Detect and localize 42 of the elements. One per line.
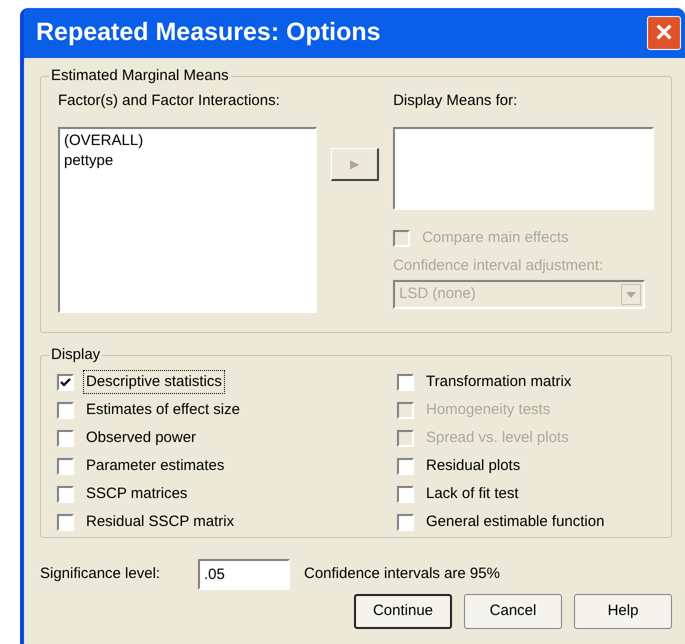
checkbox-label: Descriptive statistics [84, 370, 224, 394]
dialog-button[interactable]: Cancel [464, 594, 562, 629]
close-button[interactable]: × [647, 16, 681, 50]
checkbox-label: Lack of fit test [425, 484, 520, 504]
check-icon [60, 378, 71, 386]
group-title: Estimated Marginal Means [49, 67, 231, 85]
checkbox[interactable] [57, 402, 74, 418]
checkbox-label: Observed power [85, 428, 198, 448]
input-field[interactable]: .05 [198, 559, 290, 590]
list-box[interactable] [393, 127, 654, 210]
checkbox[interactable] [57, 458, 74, 474]
checkbox-label: SSCP matrices [85, 484, 188, 504]
window-title: Repeated Measures: Options [36, 17, 381, 48]
list-box[interactable]: (OVERALL) pettype [58, 127, 317, 313]
checkbox-label: Residual SSCP matrix [85, 512, 236, 532]
list-item[interactable]: (OVERALL) [64, 131, 311, 151]
list-item[interactable]: pettype [64, 151, 311, 171]
checkbox-label: General estimable function [425, 512, 606, 532]
note-text: Confidence intervals are 95% [304, 564, 500, 584]
checkbox-label: Spread vs. level plots [425, 428, 570, 448]
group-title: Display [49, 346, 102, 364]
field-label: Significance level: [40, 564, 162, 584]
field-label: Factor(s) and Factor Interactions: [58, 91, 281, 111]
checkbox-label: Residual plots [425, 456, 522, 476]
checkbox[interactable] [397, 458, 414, 474]
field-label: Display Means for: [393, 91, 518, 111]
dialog-button[interactable]: Continue [354, 594, 452, 629]
checkbox[interactable] [57, 374, 74, 390]
checkbox[interactable] [57, 430, 74, 446]
checkbox[interactable] [57, 486, 74, 502]
dialog-button[interactable]: Help [574, 594, 672, 629]
checkbox-label: Estimates of effect size [85, 400, 241, 420]
checkbox[interactable] [397, 374, 414, 390]
checkbox[interactable] [397, 486, 414, 502]
checkbox-label: Transformation matrix [425, 372, 572, 392]
field-label: Confidence interval adjustment: [393, 256, 604, 276]
checkbox[interactable] [397, 514, 414, 530]
checkbox[interactable] [57, 514, 74, 530]
checkbox-label: Compare main effects [421, 228, 570, 248]
caret-icon [621, 284, 642, 305]
checkbox-label: Homogeneity tests [425, 400, 552, 420]
checkbox-label: Parameter estimates [85, 456, 226, 476]
